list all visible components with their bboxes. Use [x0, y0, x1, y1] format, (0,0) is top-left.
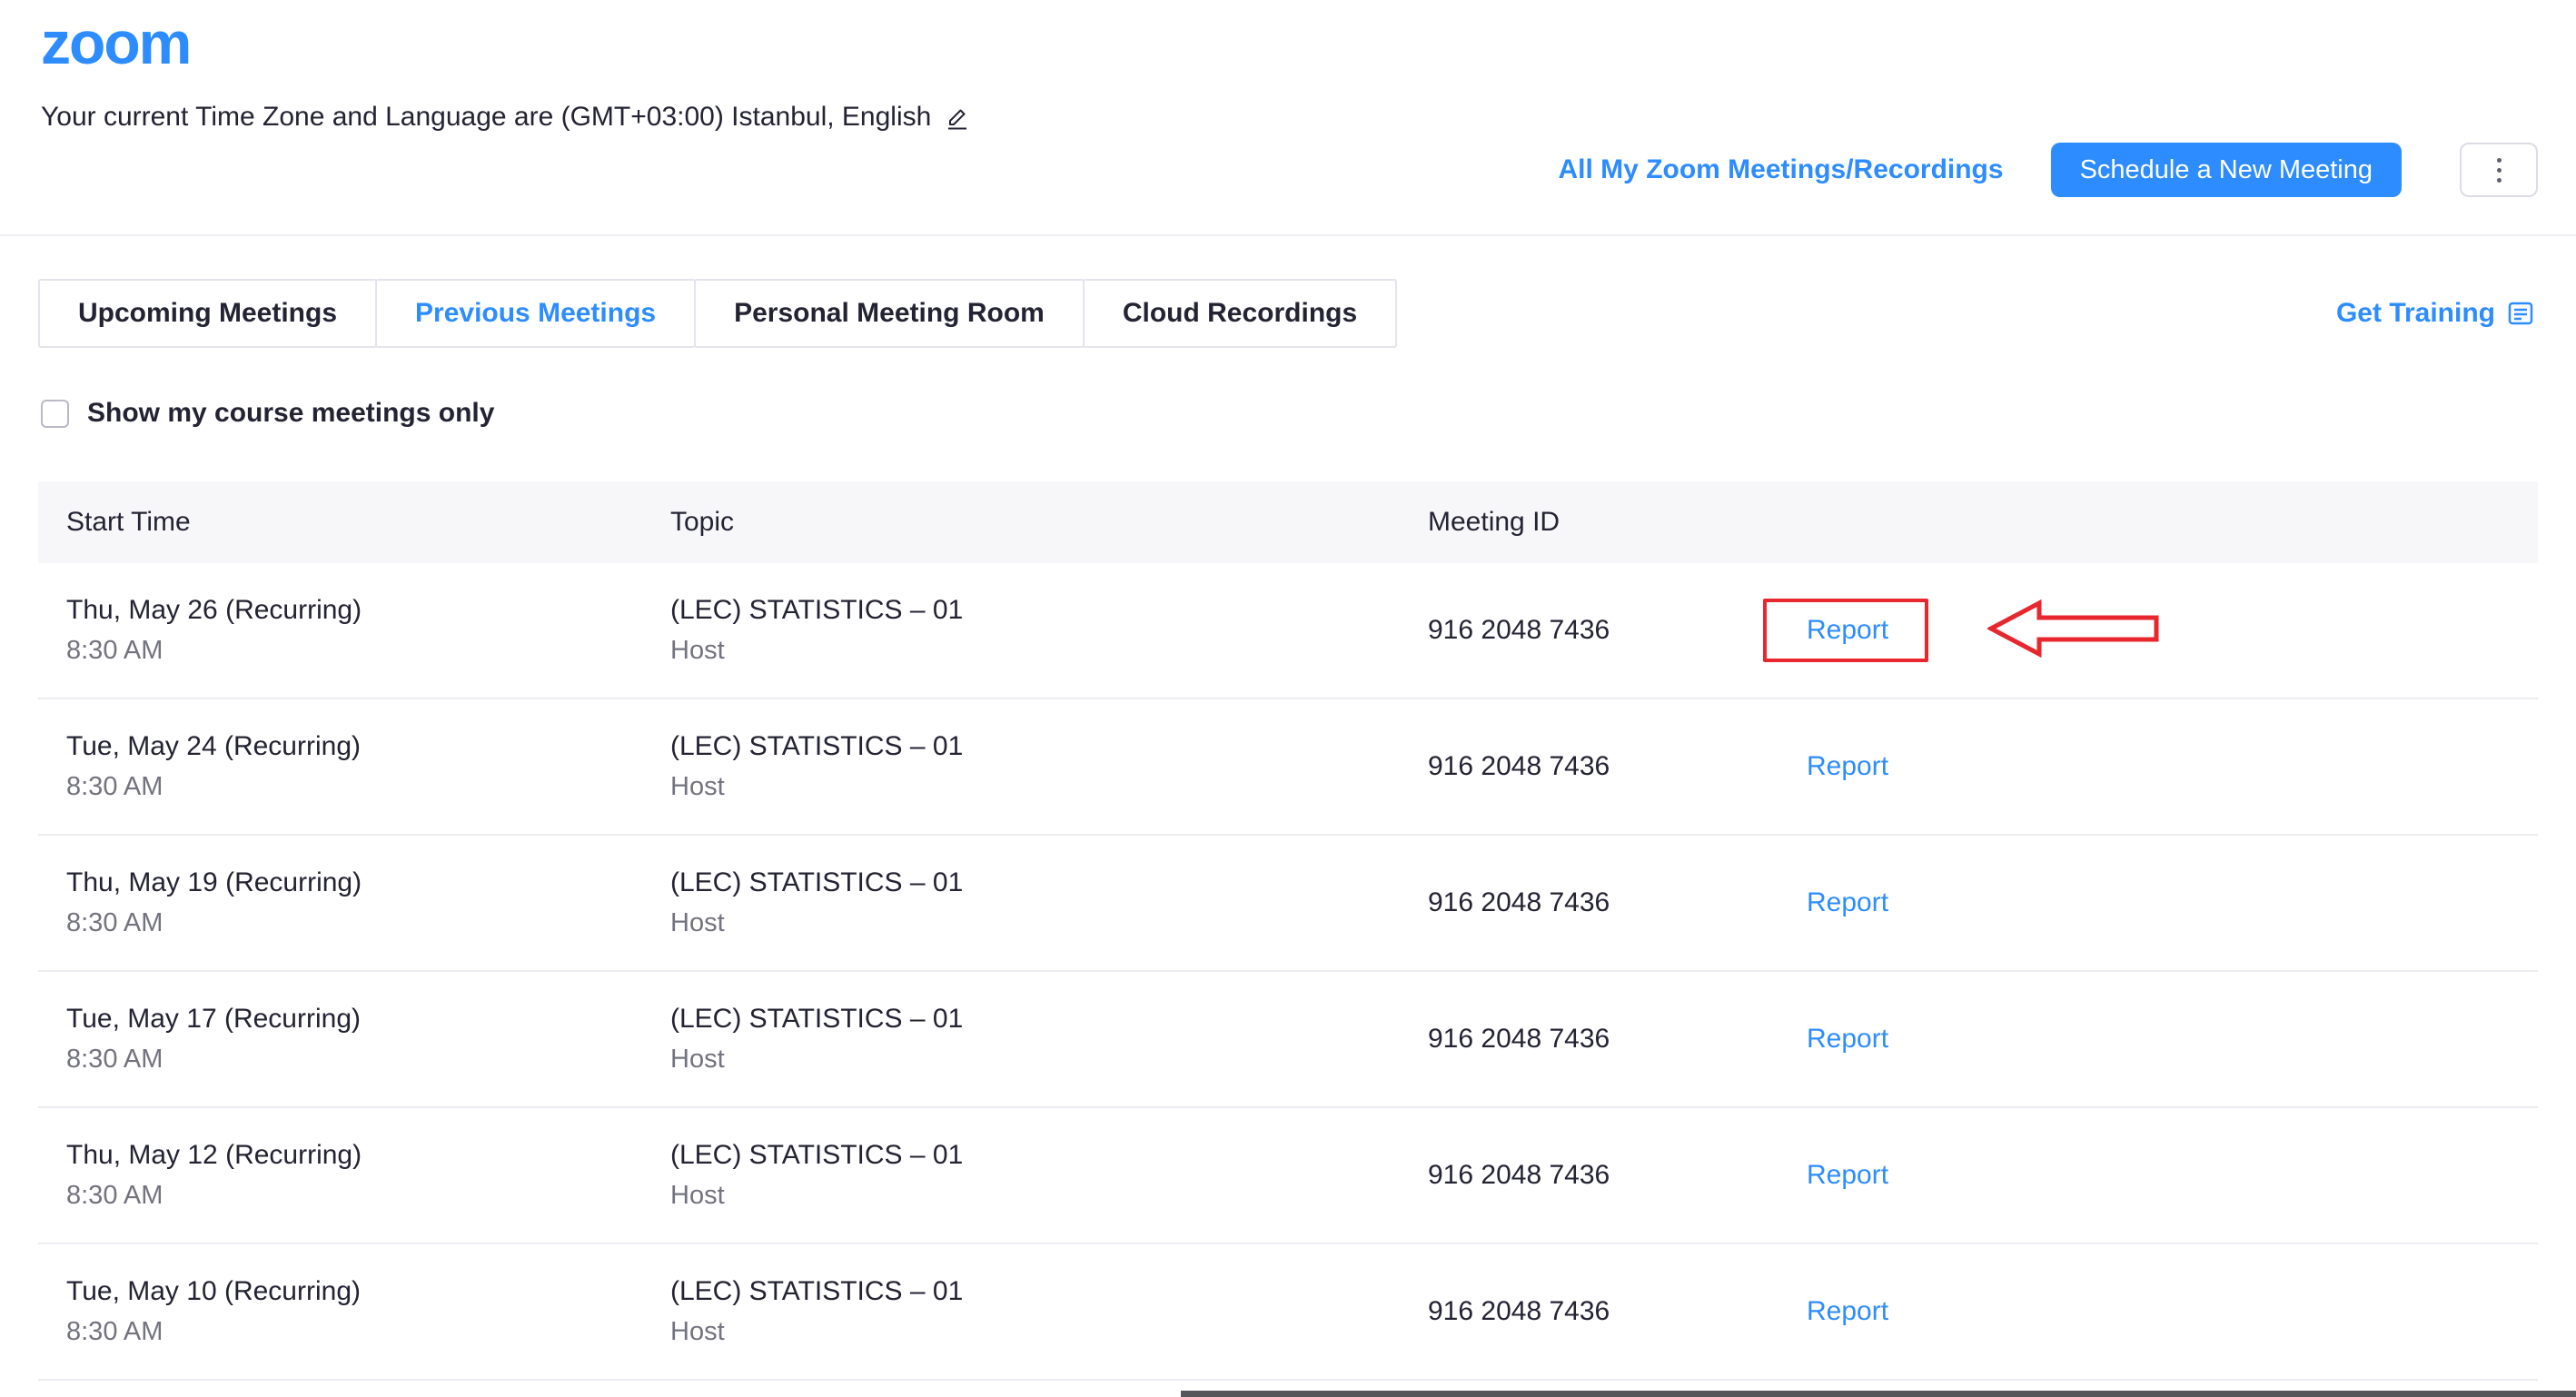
meetings-tab-bar: Upcoming Meetings Previous Meetings Pers…	[38, 279, 1397, 348]
meeting-topic: (LEC) STATISTICS – 01	[670, 1140, 1428, 1171]
report-highlight-box: Report	[1763, 1007, 1928, 1071]
header-divider	[0, 234, 2576, 236]
meeting-topic: (LEC) STATISTICS – 01	[670, 867, 1428, 898]
table-row: Tue, May 10 (Recurring) 8:30 AM (LEC) ST…	[38, 1244, 2538, 1381]
report-highlight-box: Report	[1763, 599, 1928, 662]
table-row: Tue, May 24 (Recurring) 8:30 AM (LEC) ST…	[38, 699, 2538, 836]
previous-meetings-table: Start Time Topic Meeting ID Thu, May 26 …	[38, 481, 2538, 1381]
course-meetings-checkbox[interactable]	[41, 400, 69, 428]
column-header-topic: Topic	[670, 507, 1428, 538]
meeting-topic: (LEC) STATISTICS – 01	[670, 731, 1428, 762]
meeting-id: 916 2048 7436	[1428, 1296, 1803, 1327]
timezone-row: Your current Time Zone and Language are …	[41, 102, 971, 133]
meeting-id: 916 2048 7436	[1428, 1160, 1803, 1191]
meeting-role: Host	[670, 772, 1428, 802]
ellipsis-dot	[2497, 178, 2502, 183]
meeting-id: 916 2048 7436	[1428, 751, 1803, 782]
column-header-start-time: Start Time	[38, 507, 670, 538]
meeting-role: Host	[670, 1317, 1428, 1347]
schedule-new-meeting-button[interactable]: Schedule a New Meeting	[2051, 143, 2402, 197]
meeting-time: 8:30 AM	[66, 1181, 670, 1211]
meeting-date: Thu, May 19 (Recurring)	[66, 867, 670, 898]
table-row: Thu, May 26 (Recurring) 8:30 AM (LEC) ST…	[38, 563, 2538, 699]
report-highlight-box: Report	[1763, 735, 1928, 798]
meeting-topic: (LEC) STATISTICS – 01	[670, 1004, 1428, 1035]
meeting-id: 916 2048 7436	[1428, 615, 1803, 646]
meeting-role: Host	[670, 636, 1428, 666]
get-training-link[interactable]: Get Training	[2336, 279, 2535, 348]
timezone-text: Your current Time Zone and Language are …	[41, 102, 931, 133]
meeting-time: 8:30 AM	[66, 1045, 670, 1075]
header-actions: All My Zoom Meetings/Recordings Schedule…	[1559, 143, 2538, 197]
tab-personal-meeting-room[interactable]: Personal Meeting Room	[694, 279, 1085, 348]
report-link[interactable]: Report	[1807, 1024, 1888, 1055]
get-training-label: Get Training	[2336, 298, 2495, 329]
meeting-id: 916 2048 7436	[1428, 1024, 1803, 1055]
meeting-id: 916 2048 7436	[1428, 887, 1803, 918]
horizontal-scrollbar[interactable]	[1181, 1391, 2576, 1397]
report-link[interactable]: Report	[1807, 1296, 1888, 1327]
meeting-date: Tue, May 10 (Recurring)	[66, 1276, 670, 1307]
ellipsis-dot	[2497, 158, 2502, 163]
column-header-meeting-id: Meeting ID	[1428, 507, 1803, 538]
meeting-role: Host	[670, 908, 1428, 938]
edit-timezone-icon[interactable]	[944, 104, 971, 131]
zoom-logo: zoom	[41, 13, 190, 73]
course-meetings-checkbox-label: Show my course meetings only	[87, 398, 494, 429]
report-highlight-box: Report	[1763, 1280, 1928, 1343]
meeting-topic: (LEC) STATISTICS – 01	[670, 595, 1428, 626]
report-highlight-box: Report	[1763, 871, 1928, 935]
meeting-topic: (LEC) STATISTICS – 01	[670, 1276, 1428, 1307]
meeting-date: Tue, May 17 (Recurring)	[66, 1004, 670, 1035]
report-link[interactable]: Report	[1807, 751, 1888, 782]
training-icon	[2506, 299, 2535, 328]
meeting-time: 8:30 AM	[66, 1317, 670, 1347]
report-highlight-box: Report	[1763, 1144, 1928, 1207]
meeting-date: Tue, May 24 (Recurring)	[66, 731, 670, 762]
meeting-role: Host	[670, 1181, 1428, 1211]
all-meetings-link[interactable]: All My Zoom Meetings/Recordings	[1559, 154, 2004, 185]
meetings-table-body: Thu, May 26 (Recurring) 8:30 AM (LEC) ST…	[38, 563, 2538, 1381]
report-link[interactable]: Report	[1807, 615, 1888, 646]
table-row: Tue, May 17 (Recurring) 8:30 AM (LEC) ST…	[38, 972, 2538, 1108]
table-row: Thu, May 19 (Recurring) 8:30 AM (LEC) ST…	[38, 836, 2538, 972]
table-row: Thu, May 12 (Recurring) 8:30 AM (LEC) ST…	[38, 1108, 2538, 1244]
meeting-role: Host	[670, 1045, 1428, 1075]
tab-cloud-recordings[interactable]: Cloud Recordings	[1083, 279, 1397, 348]
meeting-time: 8:30 AM	[66, 772, 670, 802]
report-link[interactable]: Report	[1807, 1160, 1888, 1191]
tab-previous-meetings[interactable]: Previous Meetings	[375, 279, 696, 348]
ellipsis-dot	[2497, 168, 2502, 173]
meeting-time: 8:30 AM	[66, 636, 670, 666]
more-options-button[interactable]	[2460, 143, 2538, 197]
red-arrow-annotation-icon	[1987, 599, 2160, 662]
report-link[interactable]: Report	[1807, 887, 1888, 918]
meeting-date: Thu, May 26 (Recurring)	[66, 595, 670, 626]
meeting-date: Thu, May 12 (Recurring)	[66, 1140, 670, 1171]
table-header-row: Start Time Topic Meeting ID	[38, 481, 2538, 563]
filter-row: Show my course meetings only	[41, 398, 494, 429]
tab-upcoming-meetings[interactable]: Upcoming Meetings	[38, 279, 377, 348]
meeting-time: 8:30 AM	[66, 908, 670, 938]
